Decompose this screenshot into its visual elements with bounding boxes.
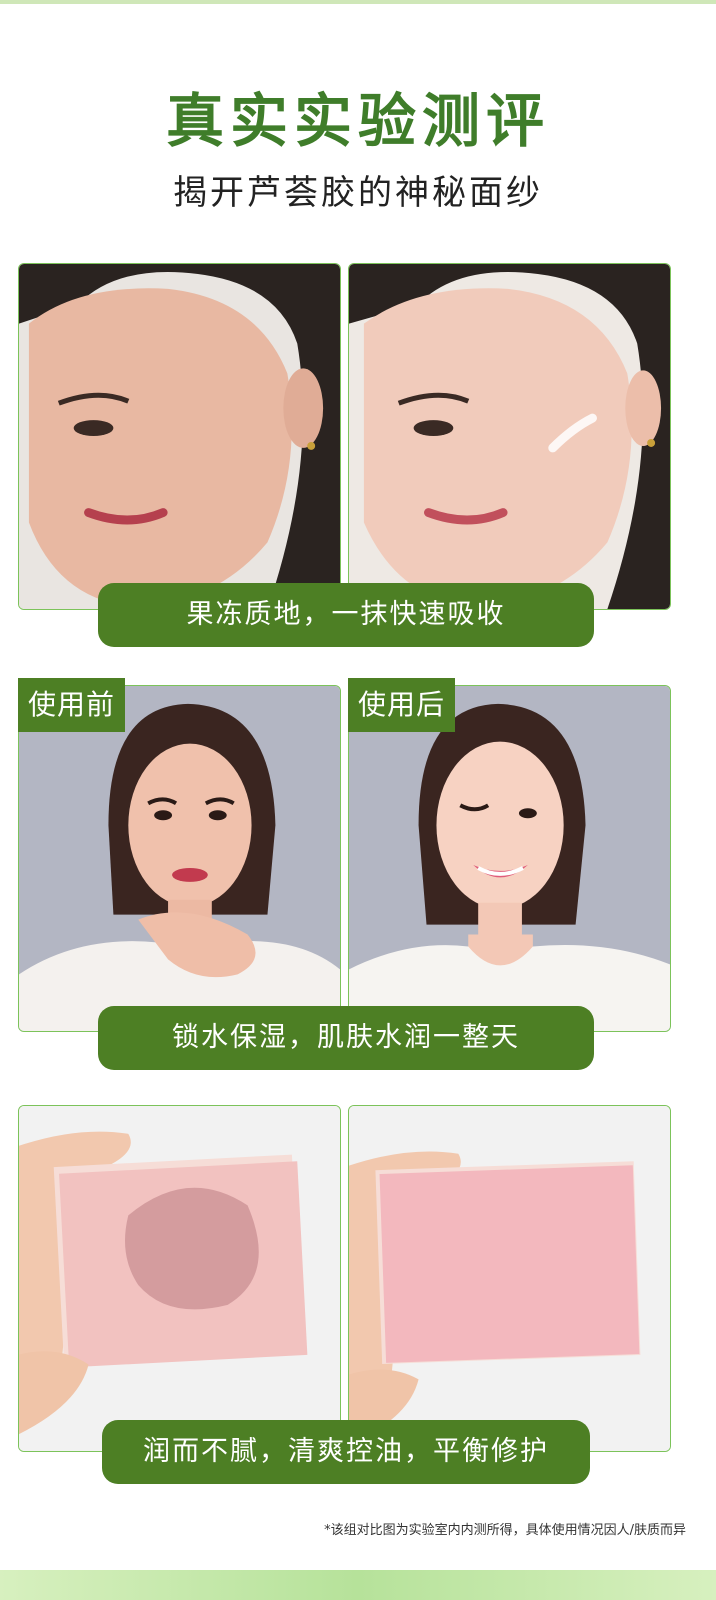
after-use-photo [348,685,671,1032]
section-2-caption: 锁水保湿，肌肤水润一整天 [98,1006,594,1070]
blotting-paper-photo-right [348,1105,671,1452]
blotting-paper-photo-left [18,1105,341,1452]
bottom-accent-bar [0,1570,716,1600]
gel-application-photo-left [18,263,341,610]
gel-application-photo-right [348,263,671,610]
disclaimer-footnote: *该组对比图为实验室内内测所得，具体使用情况因人/肤质而异 [324,1523,686,1538]
page-subtitle: 揭开芦荟胶的神秘面纱 [173,173,543,213]
before-use-tag: 使用前 [18,678,126,732]
section-1-caption: 果冻质地，一抹快速吸收 [98,583,594,647]
before-use-photo [18,685,341,1032]
section-3-caption: 润而不腻，清爽控油，平衡修护 [102,1420,590,1484]
after-use-tag: 使用后 [348,678,456,732]
top-accent-bar [0,0,716,4]
page-title: 真实实验测评 [165,87,550,155]
